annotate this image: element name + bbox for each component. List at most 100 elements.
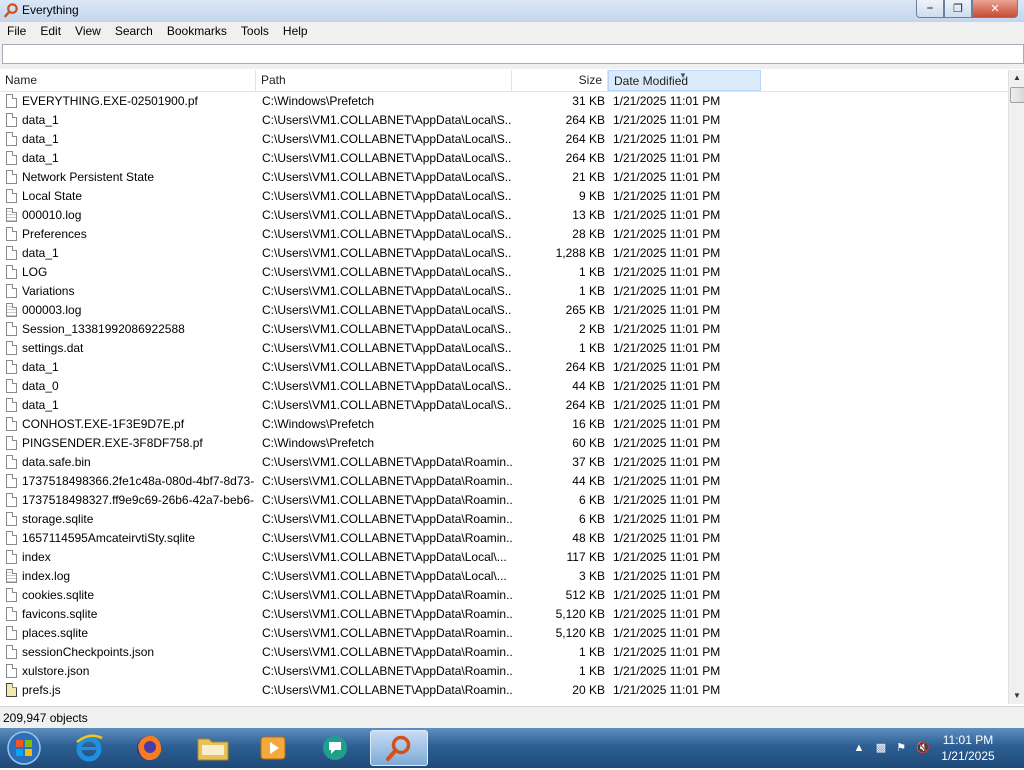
file-path-cell: C:\Users\VM1.COLLABNET\AppData\Local\... xyxy=(262,569,507,583)
file-name-cell: places.sqlite xyxy=(22,626,89,640)
menu-tools[interactable]: Tools xyxy=(234,22,276,41)
file-path-cell: C:\Users\VM1.COLLABNET\AppData\Local\... xyxy=(262,550,507,564)
show-hidden-icons-icon[interactable]: ▲ xyxy=(852,741,866,755)
date-modified-cell: 1/21/2025 11:01 PM xyxy=(613,94,721,108)
table-row[interactable]: 1657114595AmcateirvtiSty.sqlite C:\Users\… xyxy=(0,529,1008,548)
close-button[interactable]: ✕ xyxy=(972,0,1018,18)
file-list[interactable]: EVERYTHING.EXE-02501900.pf C:\Windows\Pre… xyxy=(0,92,1008,704)
table-row[interactable]: data_1 C:\Users\VM1.COLLABNET\AppData\Loc… xyxy=(0,111,1008,130)
file-name-cell: EVERYTHING.EXE-02501900.pf xyxy=(22,94,198,108)
table-row[interactable]: data_1 C:\Users\VM1.COLLABNET\AppData\Loc… xyxy=(0,130,1008,149)
column-header-date-modified[interactable]: ▼ Date Modified xyxy=(608,70,761,91)
taskbar-file-explorer[interactable] xyxy=(186,730,240,766)
date-modified-cell: 1/21/2025 11:01 PM xyxy=(613,303,721,317)
scroll-down-arrow-icon[interactable]: ▼ xyxy=(1009,688,1024,704)
taskbar-firefox[interactable] xyxy=(122,730,176,766)
table-row[interactable]: favicons.sqlite C:\Users\VM1.COLLABNET\Ap… xyxy=(0,605,1008,624)
table-row[interactable]: 1737518498366.2fe1c48a-080d-4bf7-8d73-..… xyxy=(0,472,1008,491)
everything-app-icon xyxy=(4,3,18,18)
table-row[interactable]: CONHOST.EXE-1F3E9D7E.pf C:\Windows\Prefet… xyxy=(0,415,1008,434)
file-size-cell: 512 KB xyxy=(565,588,605,602)
file-icon xyxy=(6,341,17,355)
action-center-flag-icon[interactable]: ⚑ xyxy=(894,741,908,755)
table-row[interactable]: 1737518498327.ff9e9c69-26b6-42a7-beb6-..… xyxy=(0,491,1008,510)
taskbar-clock[interactable]: 11:01 PM 1/21/2025 xyxy=(936,732,1000,764)
file-icon xyxy=(6,398,17,412)
table-row[interactable]: Session_13381992086922588 C:\Users\VM1.CO… xyxy=(0,320,1008,339)
file-icon xyxy=(6,360,17,374)
file-size-cell: 9 KB xyxy=(578,189,605,203)
table-row[interactable]: 000010.log C:\Users\VM1.COLLABNET\AppData… xyxy=(0,206,1008,225)
file-name-cell: xulstore.json xyxy=(22,664,90,678)
vertical-scrollbar[interactable]: ▲ ▼ xyxy=(1008,70,1024,704)
menu-edit[interactable]: Edit xyxy=(33,22,68,41)
file-path-cell: C:\Users\VM1.COLLABNET\AppData\Roamin... xyxy=(262,512,512,526)
file-name-cell: data_1 xyxy=(22,151,59,165)
taskbar-internet-explorer[interactable] xyxy=(62,730,116,766)
date-modified-cell: 1/21/2025 11:01 PM xyxy=(613,417,721,431)
date-modified-cell: 1/21/2025 11:01 PM xyxy=(613,398,721,412)
file-name-cell: favicons.sqlite xyxy=(22,607,98,621)
maximize-button[interactable]: ❐ xyxy=(944,0,972,18)
table-row[interactable]: Network Persistent State C:\Users\VM1.COL… xyxy=(0,168,1008,187)
search-input[interactable] xyxy=(2,44,1024,64)
table-row[interactable]: index C:\Users\VM1.COLLABNET\AppData\Loca… xyxy=(0,548,1008,567)
table-row[interactable]: LOG C:\Users\VM1.COLLABNET\AppData\Local\… xyxy=(0,263,1008,282)
table-row[interactable]: index.log C:\Users\VM1.COLLABNET\AppData\… xyxy=(0,567,1008,586)
table-row[interactable]: data_1 C:\Users\VM1.COLLABNET\AppData\Loc… xyxy=(0,149,1008,168)
scrollbar-thumb[interactable] xyxy=(1010,87,1024,103)
table-row[interactable]: Local State C:\Users\VM1.COLLABNET\AppDat… xyxy=(0,187,1008,206)
menu-help[interactable]: Help xyxy=(276,22,315,41)
table-row[interactable]: places.sqlite C:\Users\VM1.COLLABNET\AppD… xyxy=(0,624,1008,643)
column-header-name[interactable]: Name xyxy=(0,70,256,91)
network-icon[interactable]: ▩ xyxy=(874,741,888,755)
file-path-cell: C:\Users\VM1.COLLABNET\AppData\Roamin... xyxy=(262,626,512,640)
table-row[interactable]: Variations C:\Users\VM1.COLLABNET\AppData… xyxy=(0,282,1008,301)
menu-bookmarks[interactable]: Bookmarks xyxy=(160,22,234,41)
table-row[interactable]: 000003.log C:\Users\VM1.COLLABNET\AppData… xyxy=(0,301,1008,320)
file-size-cell: 6 KB xyxy=(578,493,605,507)
column-header-size[interactable]: Size xyxy=(512,70,608,91)
file-name-cell: Variations xyxy=(22,284,75,298)
table-row[interactable]: Preferences C:\Users\VM1.COLLABNET\AppDat… xyxy=(0,225,1008,244)
file-icon xyxy=(6,436,17,450)
minimize-button[interactable]: ⎯ xyxy=(916,0,944,18)
taskbar-network-app[interactable] xyxy=(308,730,362,766)
table-row[interactable]: data_1 C:\Users\VM1.COLLABNET\AppData\Loc… xyxy=(0,244,1008,263)
title-bar[interactable]: Everything ⎯ ❐ ✕ xyxy=(0,0,1024,23)
table-row[interactable]: settings.dat C:\Users\VM1.COLLABNET\AppDa… xyxy=(0,339,1008,358)
menu-view[interactable]: View xyxy=(68,22,108,41)
column-headers: Name Path Size ▼ Date Modified xyxy=(0,70,1008,92)
file-path-cell: C:\Users\VM1.COLLABNET\AppData\Roamin... xyxy=(262,645,512,659)
table-row[interactable]: data.safe.bin C:\Users\VM1.COLLABNET\AppD… xyxy=(0,453,1008,472)
file-icon xyxy=(6,607,17,621)
table-row[interactable]: prefs.js C:\Users\VM1.COLLABNET\AppData\R… xyxy=(0,681,1008,700)
menu-file[interactable]: File xyxy=(0,22,33,41)
file-name-cell: settings.dat xyxy=(22,341,84,355)
file-path-cell: C:\Users\VM1.COLLABNET\AppData\Local\S..… xyxy=(262,341,512,355)
table-row[interactable]: storage.sqlite C:\Users\VM1.COLLABNET\App… xyxy=(0,510,1008,529)
system-tray: ▲ ▩ ⚑ 🔇 11:01 PM 1/21/2025 xyxy=(844,728,1024,768)
window-controls: ⎯ ❐ ✕ xyxy=(916,0,1018,18)
menu-search[interactable]: Search xyxy=(108,22,160,41)
table-row[interactable]: cookies.sqlite C:\Users\VM1.COLLABNET\App… xyxy=(0,586,1008,605)
table-row[interactable]: PINGSENDER.EXE-3F8DF758.pf C:\Windows\Pre… xyxy=(0,434,1008,453)
table-row[interactable]: xulstore.json C:\Users\VM1.COLLABNET\AppD… xyxy=(0,662,1008,681)
scroll-up-arrow-icon[interactable]: ▲ xyxy=(1009,70,1024,86)
file-name-cell: data_1 xyxy=(22,113,59,127)
date-modified-cell: 1/21/2025 11:01 PM xyxy=(613,151,721,165)
table-row[interactable]: data_0 C:\Users\VM1.COLLABNET\AppData\Loc… xyxy=(0,377,1008,396)
volume-muted-icon[interactable]: 🔇 xyxy=(916,741,930,755)
taskbar-everything[interactable] xyxy=(370,730,428,766)
column-header-size-label: Size xyxy=(578,73,602,87)
file-name-cell: PINGSENDER.EXE-3F8DF758.pf xyxy=(22,436,203,450)
table-row[interactable]: data_1 C:\Users\VM1.COLLABNET\AppData\Loc… xyxy=(0,358,1008,377)
file-size-cell: 1 KB xyxy=(578,645,605,659)
start-button[interactable] xyxy=(2,729,46,767)
taskbar-media-player[interactable] xyxy=(246,730,300,766)
table-row[interactable]: data_1 C:\Users\VM1.COLLABNET\AppData\Loc… xyxy=(0,396,1008,415)
table-row[interactable]: EVERYTHING.EXE-02501900.pf C:\Windows\Pre… xyxy=(0,92,1008,111)
column-header-path[interactable]: Path xyxy=(256,70,512,91)
table-row[interactable]: sessionCheckpoints.json C:\Users\VM1.COLL… xyxy=(0,643,1008,662)
file-icon xyxy=(6,151,17,165)
